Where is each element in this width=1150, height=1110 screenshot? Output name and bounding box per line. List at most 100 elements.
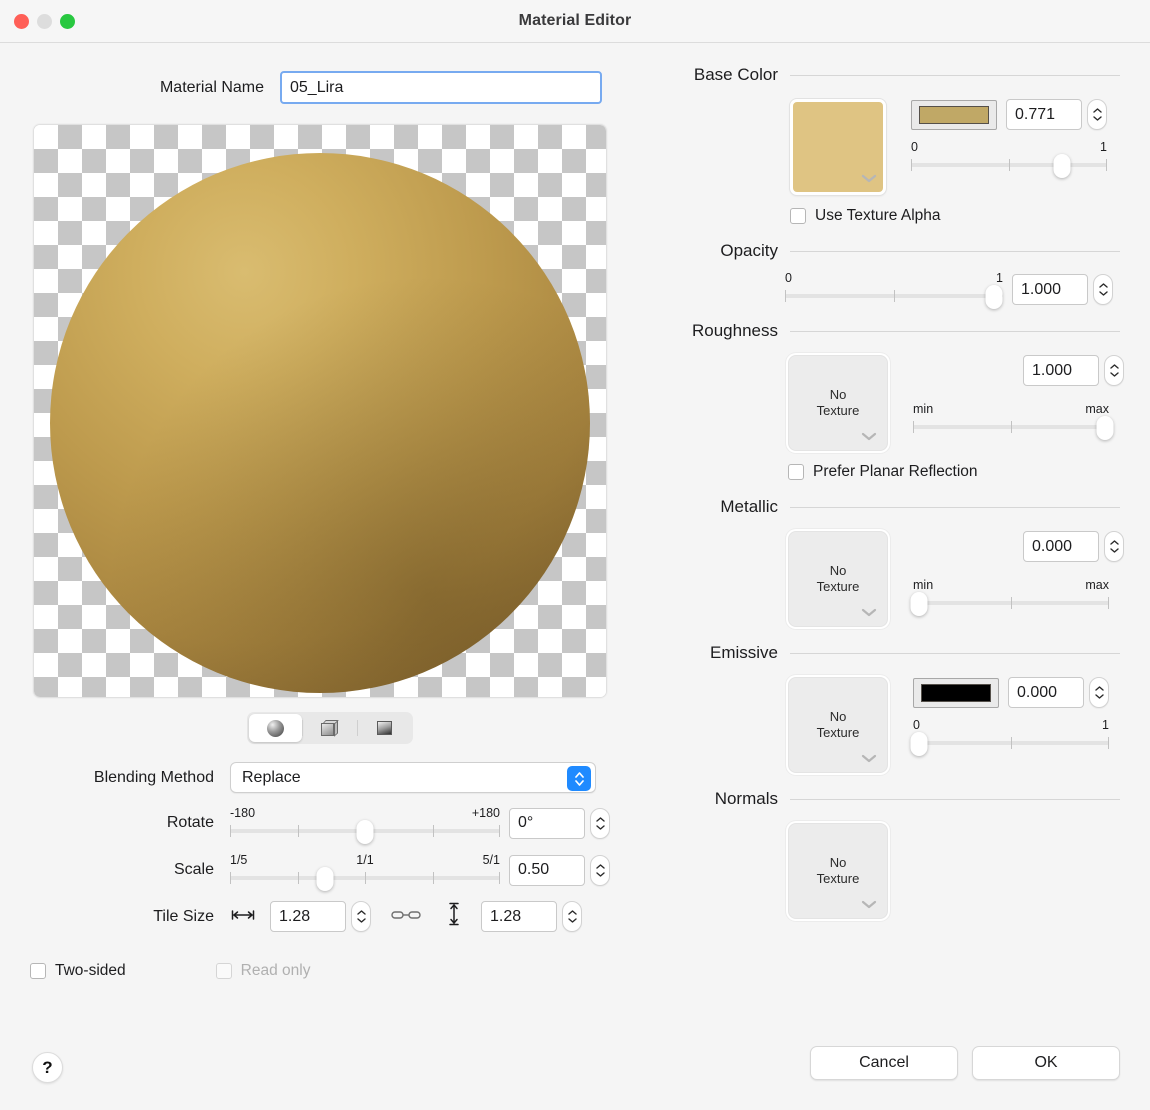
tile-width-stepper[interactable] <box>351 901 371 932</box>
blending-method-label: Blending Method <box>93 768 214 786</box>
opacity-track-wrap[interactable] <box>785 285 1003 309</box>
metallic-tick <box>1011 597 1012 609</box>
base-color-texture-swatch[interactable] <box>790 99 886 195</box>
metallic-slider[interactable]: min max <box>910 578 1109 616</box>
section-divider <box>790 250 1120 252</box>
chevron-down-icon[interactable] <box>861 897 877 913</box>
rotate-value-field[interactable]: 0° <box>509 807 585 839</box>
emissive-track-wrap[interactable] <box>910 732 1109 756</box>
tile-height-field[interactable]: 1.28 <box>481 901 557 932</box>
base-color-slider[interactable]: 0 1 <box>911 140 1107 178</box>
metallic-stepper[interactable] <box>1104 531 1124 562</box>
opacity-stepper[interactable] <box>1093 274 1113 305</box>
prefer-planar-reflection-checkbox[interactable] <box>788 464 804 480</box>
roughness-texture-slot[interactable]: No Texture <box>788 355 888 451</box>
rotate-tick <box>499 825 500 837</box>
base-color-tick <box>1009 159 1010 171</box>
base-color-well[interactable] <box>911 99 997 130</box>
emissive-thumb[interactable] <box>910 732 928 756</box>
rotate-track-wrap[interactable] <box>230 820 500 844</box>
base-color-stepper[interactable] <box>1087 99 1107 130</box>
tile-size-label: Tile Size <box>153 907 214 925</box>
roughness-slider-captions: min max <box>913 402 1109 417</box>
opacity-slider[interactable]: 0 1 <box>785 271 1003 309</box>
base-color-track-wrap[interactable] <box>911 154 1107 178</box>
roughness-stepper[interactable] <box>1104 355 1124 386</box>
blending-method-row: Blending Method Replace <box>0 762 660 793</box>
rotate-row: Rotate -180 +180 0° <box>0 806 660 844</box>
metallic-thumb[interactable] <box>910 592 928 616</box>
rotate-slider[interactable]: -180 +180 <box>230 806 500 844</box>
scale-value-field[interactable]: 0.50 <box>509 854 585 886</box>
ok-button[interactable]: OK <box>972 1046 1120 1080</box>
chevron-down-icon[interactable] <box>861 429 877 445</box>
scale-slider[interactable]: 1/5 1/1 5/1 <box>230 853 500 891</box>
chevron-down-icon[interactable] <box>861 170 877 188</box>
base-color-thumb[interactable] <box>1053 154 1071 178</box>
metallic-header: Metallic <box>660 497 1150 517</box>
metallic-value-field[interactable]: 0.000 <box>1023 531 1099 562</box>
roughness-no-texture-line1: No <box>829 386 847 402</box>
tile-size-row: Tile Size 1.28 1.28 <box>0 901 660 932</box>
shape-cube-button[interactable] <box>302 714 356 742</box>
normals-no-texture-line2: Texture <box>816 871 860 886</box>
use-texture-alpha-checkbox[interactable] <box>790 208 806 224</box>
section-divider <box>790 330 1120 332</box>
base-color-title: Base Color <box>693 65 778 84</box>
rotate-thumb[interactable] <box>356 820 374 844</box>
roughness-value-field[interactable]: 1.000 <box>1023 355 1099 386</box>
chevron-down-icon[interactable] <box>861 605 877 621</box>
base-color-tick <box>1106 159 1107 171</box>
base-color-tick <box>911 159 912 171</box>
opacity-thumb[interactable] <box>985 285 1003 309</box>
roughness-track-wrap[interactable] <box>913 416 1114 440</box>
emissive-texture-slot[interactable]: No Texture <box>788 677 888 773</box>
scale-stepper[interactable] <box>590 854 610 886</box>
emissive-value-field[interactable]: 0.000 <box>1008 677 1084 708</box>
cube-icon <box>321 720 340 737</box>
scale-thumb[interactable] <box>316 867 333 891</box>
section-divider <box>790 798 1120 800</box>
shape-sphere-button[interactable] <box>249 714 303 742</box>
use-texture-alpha-row: Use Texture Alpha <box>660 207 1150 225</box>
opacity-tick <box>894 290 895 302</box>
normals-texture-slot[interactable]: No Texture <box>788 823 888 919</box>
scale-tick <box>365 872 366 884</box>
rotate-slider-captions: -180 +180 <box>230 806 500 821</box>
emissive-stepper[interactable] <box>1089 677 1109 708</box>
emissive-section: Emissive No Texture 0.000 0 1 <box>660 643 1150 773</box>
opacity-title: Opacity <box>720 241 778 260</box>
base-color-max-cap: 1 <box>1100 140 1107 154</box>
scale-track-wrap[interactable] <box>230 867 500 891</box>
chevron-down-icon[interactable] <box>861 751 877 767</box>
opacity-value-field[interactable]: 1.000 <box>1012 274 1088 305</box>
shape-plane-button[interactable] <box>356 714 411 742</box>
metallic-texture-slot[interactable]: No Texture <box>788 531 888 627</box>
cancel-button[interactable]: Cancel <box>810 1046 958 1080</box>
emissive-slider[interactable]: 0 1 <box>910 718 1109 756</box>
emissive-no-texture-line1: No <box>829 708 847 724</box>
roughness-tick <box>913 421 914 433</box>
prefer-planar-reflection-row: Prefer Planar Reflection <box>660 463 1150 481</box>
two-sided-checkbox[interactable] <box>30 963 46 979</box>
metallic-track-wrap[interactable] <box>910 592 1109 616</box>
emissive-slider-captions: 0 1 <box>913 718 1109 733</box>
material-name-row: Material Name <box>0 71 660 104</box>
help-button[interactable]: ? <box>32 1052 63 1083</box>
chevron-updown-icon[interactable] <box>567 766 591 791</box>
horizontal-extent-icon <box>230 908 256 926</box>
material-name-input[interactable] <box>280 71 602 104</box>
tile-height-stepper[interactable] <box>562 901 582 932</box>
tile-width-field[interactable]: 1.28 <box>270 901 346 932</box>
rotate-stepper[interactable] <box>590 807 610 839</box>
roughness-thumb[interactable] <box>1096 416 1114 440</box>
left-panel: Material Name Blending Method Replac <box>0 43 660 1110</box>
link-aspect-icon[interactable] <box>391 908 421 926</box>
metallic-no-texture-line1: No <box>829 562 847 578</box>
base-color-value-field[interactable]: 0.771 <box>1006 99 1082 130</box>
material-preview[interactable] <box>33 124 607 698</box>
metallic-title: Metallic <box>720 497 778 516</box>
emissive-color-well[interactable] <box>913 677 999 708</box>
blending-method-select[interactable]: Replace <box>230 762 596 793</box>
roughness-slider[interactable]: min max <box>913 402 1114 440</box>
